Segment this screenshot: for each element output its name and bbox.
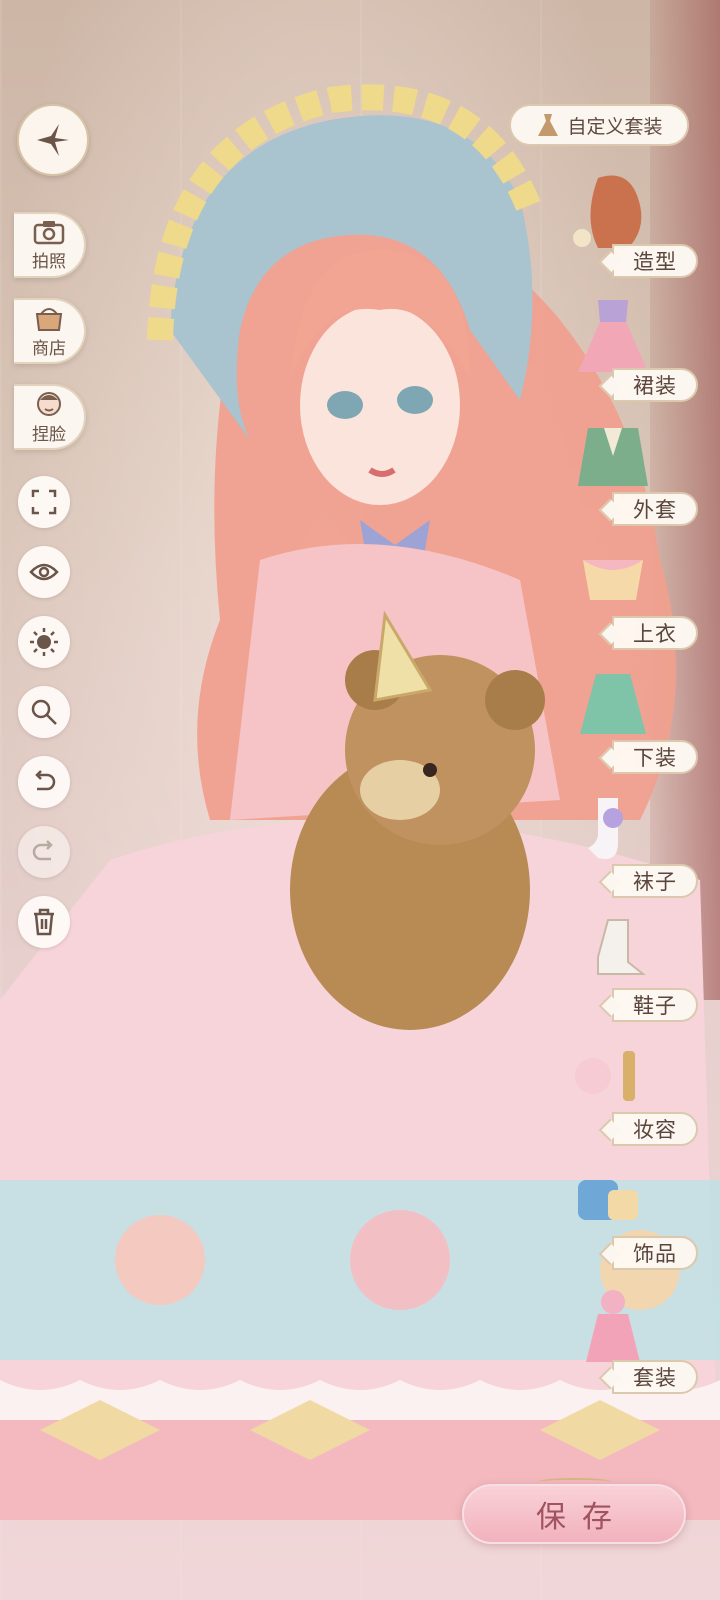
category-label: 造型: [612, 244, 698, 278]
shop-icon: [35, 307, 63, 331]
dress-icon: [578, 300, 648, 372]
zoom-button[interactable]: [18, 686, 70, 738]
redo-button[interactable]: [18, 826, 70, 878]
undo-icon: [35, 770, 56, 791]
trash-icon: [34, 908, 54, 936]
redo-icon: [32, 840, 53, 861]
top-icon: [583, 560, 643, 600]
category-label: 袜子: [612, 864, 698, 898]
compass-star-icon: [37, 124, 69, 156]
undo-button[interactable]: [18, 756, 70, 808]
category-hairstyle[interactable]: 造型: [568, 168, 698, 278]
outfit-set-icon: [586, 1290, 640, 1362]
category-label: 裙装: [612, 368, 698, 402]
category-socks[interactable]: 袜子: [568, 788, 698, 898]
photo-label: 拍照: [32, 251, 66, 272]
category-makeup[interactable]: 妆容: [568, 1036, 698, 1146]
category-label: 饰品: [612, 1236, 698, 1270]
shop-label: 商店: [32, 338, 66, 359]
lighting-button[interactable]: [18, 616, 70, 668]
socks-icon: [588, 798, 623, 859]
custom-outfit-button[interactable]: 自定义套装: [509, 104, 689, 146]
visibility-button[interactable]: [18, 546, 70, 598]
category-label: 外套: [612, 492, 698, 526]
compass-button[interactable]: [17, 104, 89, 176]
eye-icon: [29, 563, 59, 581]
makeup-icon: [575, 1051, 635, 1101]
category-dress[interactable]: 裙装: [568, 292, 698, 402]
category-bottom[interactable]: 下装: [568, 664, 698, 774]
category-coat[interactable]: 外套: [568, 416, 698, 526]
custom-outfit-label: 自定义套装: [567, 115, 663, 138]
camera-icon: [33, 220, 65, 244]
shoes-icon: [597, 919, 646, 975]
skirt-icon: [580, 674, 646, 734]
dress-icon: [538, 114, 559, 136]
accessories-icon: [578, 1180, 638, 1220]
hairstyle-icon: [573, 175, 642, 248]
shop-button[interactable]: 商店: [14, 298, 86, 364]
face-icon: [37, 391, 61, 416]
zoom-icon: [31, 699, 57, 725]
category-label: 套装: [612, 1360, 698, 1394]
category-shoes[interactable]: 鞋子: [568, 912, 698, 1022]
fullscreen-button[interactable]: [18, 476, 70, 528]
save-button[interactable]: 保存: [462, 1484, 686, 1544]
category-top[interactable]: 上衣: [568, 540, 698, 650]
delete-button[interactable]: [18, 896, 70, 948]
category-label: 上衣: [612, 616, 698, 650]
category-label: 下装: [612, 740, 698, 774]
face-edit-button[interactable]: 捏脸: [14, 384, 86, 450]
category-label: 妆容: [612, 1112, 698, 1146]
face-edit-label: 捏脸: [32, 424, 66, 445]
category-sets[interactable]: 套装: [568, 1284, 698, 1394]
brightness-icon: [30, 628, 58, 656]
coat-icon: [578, 428, 648, 486]
category-label: 鞋子: [612, 988, 698, 1022]
category-accessories[interactable]: 饰品: [568, 1160, 698, 1270]
photo-button[interactable]: 拍照: [14, 212, 86, 278]
fullscreen-icon: [31, 489, 57, 515]
